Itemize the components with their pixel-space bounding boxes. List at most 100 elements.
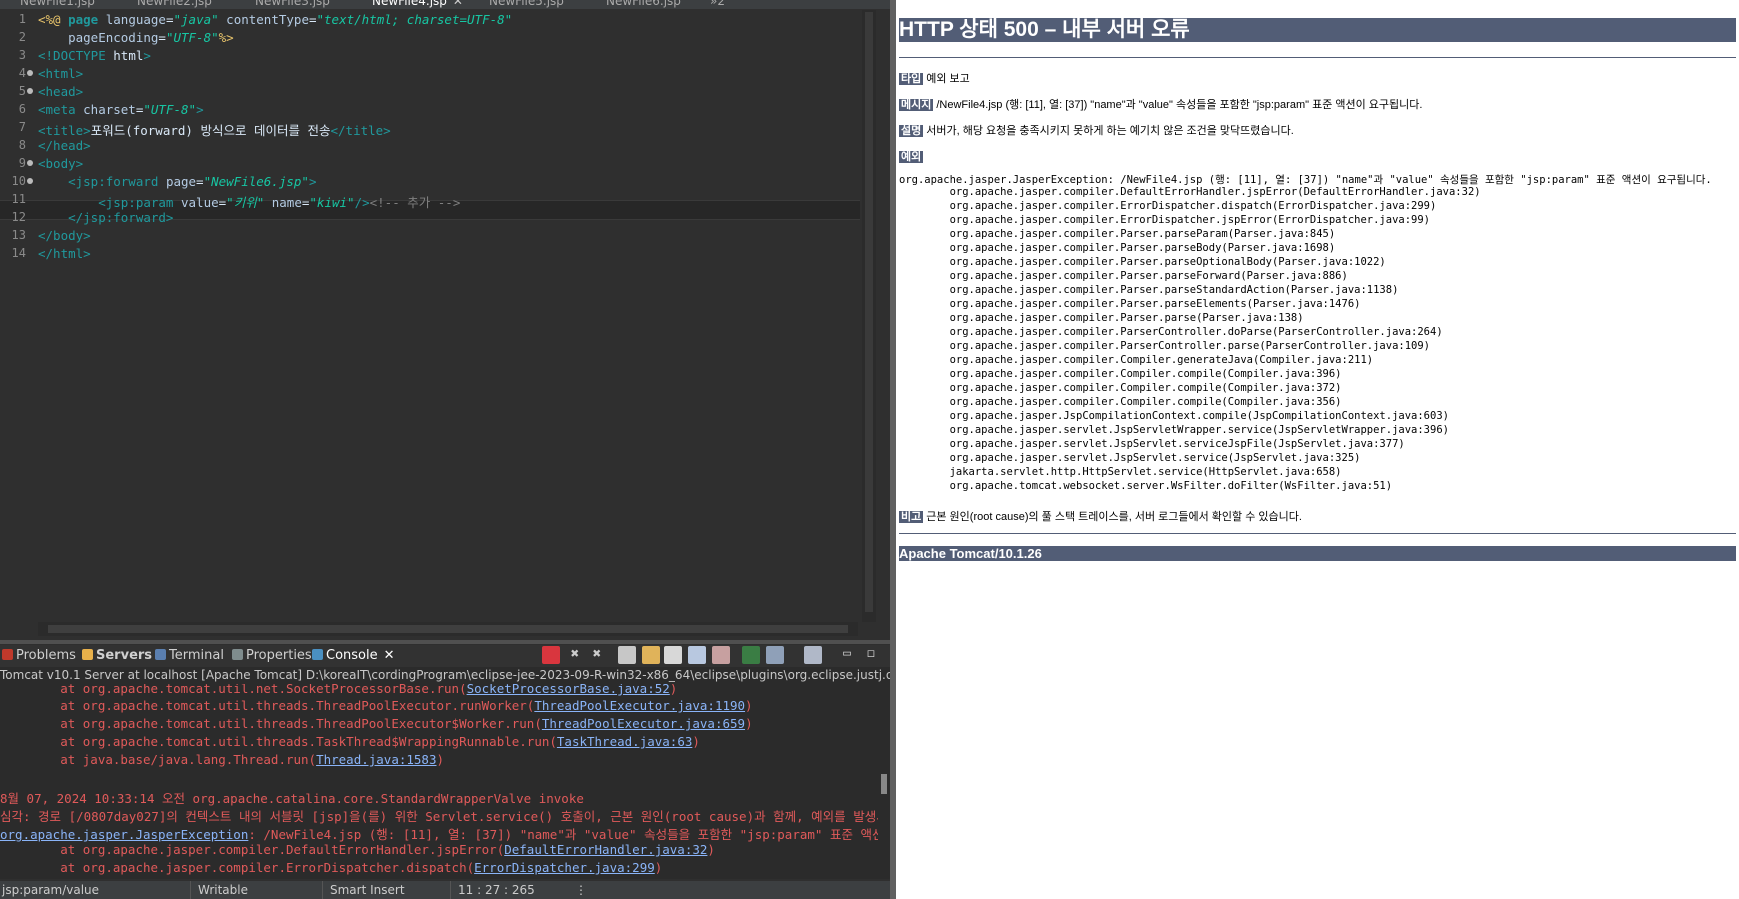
- minimize-icon[interactable]: ▭: [838, 646, 856, 664]
- code-token: <!DOCTYPE: [38, 48, 114, 63]
- editor-tab-bar: NewFile1.jsp NewFile2.jsp NewFile3.jsp N…: [0, 0, 890, 9]
- panel-divider[interactable]: [0, 640, 890, 644]
- note-row: 비고 근본 원인(root cause)의 풀 스택 트레이스를, 서버 로그들에…: [899, 508, 1302, 524]
- tab-servers[interactable]: Servers: [82, 648, 152, 663]
- stack-link[interactable]: TaskThread.java:63: [557, 734, 692, 749]
- status-cursor-position: 11 : 27 : 265: [458, 883, 535, 897]
- code-token: >: [196, 102, 204, 117]
- editor-tab[interactable]: NewFile6.jsp: [606, 0, 681, 8]
- pin-console-icon[interactable]: [742, 646, 760, 664]
- close-icon[interactable]: ✕: [384, 648, 395, 663]
- jsp-directive-open: <%@: [38, 12, 69, 27]
- editor-tab[interactable]: NewFile3.jsp: [255, 0, 330, 8]
- browser-error-page: HTTP 상태 500 – 내부 서버 오류 타입 예외 보고 메시지/NewFi…: [896, 0, 1739, 899]
- more-tabs-button[interactable]: »2: [710, 0, 725, 8]
- word-wrap-icon[interactable]: [664, 646, 682, 664]
- scrollbar-thumb[interactable]: [48, 625, 848, 633]
- line-number: 3: [18, 48, 26, 62]
- fold-icon[interactable]: [27, 160, 33, 166]
- line-number: 14: [11, 246, 26, 260]
- code-token: page: [68, 12, 106, 27]
- close-icon[interactable]: ✕: [453, 0, 463, 8]
- console-text: ): [654, 860, 663, 875]
- line-number: 1: [18, 12, 26, 26]
- open-console-icon[interactable]: [804, 646, 822, 664]
- stack-link[interactable]: DefaultErrorHandler.java:32: [504, 842, 707, 857]
- remove-all-icon[interactable]: ✖: [588, 646, 606, 664]
- editor-horizontal-scrollbar[interactable]: [38, 622, 858, 636]
- stack-trace-line: org.apache.jasper.servlet.JspServlet.ser…: [899, 452, 1361, 464]
- console-output[interactable]: at org.apache.tomcat.util.net.SocketProc…: [0, 684, 878, 879]
- line-number: 4: [18, 66, 26, 80]
- scrollbar-thumb[interactable]: [881, 774, 887, 794]
- console-text: at org.apache.jasper.compiler.ErrorDispa…: [0, 860, 475, 875]
- code-line: <body>: [38, 156, 84, 171]
- console-line: at org.apache.tomcat.util.threads.Thread…: [0, 698, 752, 713]
- editor-tab[interactable]: NewFile5.jsp: [489, 0, 564, 8]
- code-token: >: [308, 174, 317, 189]
- console-line: at org.apache.jasper.compiler.DefaultErr…: [0, 842, 715, 857]
- code-token: <jsp:param: [38, 195, 181, 210]
- fold-icon[interactable]: [27, 178, 33, 184]
- console-text: at org.apache.tomcat.util.threads.Thread…: [0, 716, 542, 731]
- stack-link[interactable]: Thread.java:1583: [316, 752, 436, 767]
- editor-tab[interactable]: NewFile1.jsp: [20, 0, 95, 8]
- stack-trace-line: jakarta.servlet.http.HttpServlet.service…: [899, 466, 1342, 478]
- code-token: </title>: [330, 123, 391, 138]
- code-line: <head>: [38, 84, 84, 99]
- editor-tab-active[interactable]: NewFile4.jsp ✕: [372, 0, 463, 8]
- properties-icon: [232, 649, 243, 660]
- code-token: value: [181, 195, 219, 210]
- code-token: "UTF-8": [143, 102, 197, 117]
- stack-link[interactable]: SocketProcessorBase.java:52: [467, 684, 670, 696]
- stack-trace-line: org.apache.jasper.compiler.Parser.parse(…: [899, 312, 1304, 324]
- code-token: name: [264, 195, 302, 210]
- stack-link[interactable]: ThreadPoolExecutor.java:659: [542, 716, 745, 731]
- code-token: <meta: [38, 102, 84, 117]
- code-line: <!DOCTYPE html>: [38, 48, 151, 63]
- tab-properties[interactable]: Properties: [232, 648, 312, 663]
- page-title: HTTP 상태 500 – 내부 서버 오류: [899, 18, 1736, 42]
- status-menu-icon[interactable]: ⋮: [575, 883, 587, 897]
- code-line: </body>: [38, 228, 91, 243]
- tab-label: Terminal: [169, 648, 224, 663]
- scrollbar-thumb[interactable]: [865, 12, 873, 612]
- status-writable: Writable: [198, 883, 248, 897]
- stack-trace-line: org.apache.jasper.compiler.ParserControl…: [899, 340, 1431, 352]
- stack-trace-line: org.apache.jasper.servlet.JspServlet.ser…: [899, 438, 1405, 450]
- stack-trace-line: org.apache.jasper.compiler.Parser.parseE…: [899, 298, 1361, 310]
- description-row: 설명 서버가, 해당 요청을 충족시키지 못하게 하는 예기치 않은 조건을 맞닥…: [899, 122, 1294, 138]
- code-token: =: [196, 174, 204, 189]
- show-on-stdout-icon[interactable]: [688, 646, 706, 664]
- editor-tab[interactable]: NewFile2.jsp: [137, 0, 212, 8]
- tab-console[interactable]: Console ✕: [312, 648, 395, 663]
- maximize-icon[interactable]: ◻: [862, 646, 880, 664]
- code-editor[interactable]: 1 2 3 4 5 6 7 8 9 10 11 12 13 14 <%@ pag…: [0, 10, 862, 622]
- show-on-stderr-icon[interactable]: [712, 646, 730, 664]
- stack-trace-line: org.apache.jasper.compiler.DefaultErrorH…: [899, 186, 1481, 198]
- message-label: 메시지: [899, 99, 934, 111]
- terminate-button[interactable]: [542, 646, 560, 664]
- code-token: %>: [218, 30, 234, 45]
- code-line: <%@ page language="java" contentType="te…: [38, 12, 512, 27]
- stack-link[interactable]: ErrorDispatcher.java:299: [474, 860, 655, 875]
- exception-link[interactable]: org.apache.jasper.JasperException: [0, 827, 248, 842]
- description-value: 서버가, 해당 요청을 충족시키지 못하게 하는 예기치 않은 조건을 맞닥뜨렸…: [926, 125, 1294, 137]
- stack-link[interactable]: ThreadPoolExecutor.java:1190: [534, 698, 745, 713]
- clear-console-icon[interactable]: [618, 646, 636, 664]
- status-separator: [450, 881, 451, 899]
- display-console-icon[interactable]: [766, 646, 784, 664]
- tab-problems[interactable]: Problems: [2, 648, 76, 663]
- editor-vertical-scrollbar[interactable]: [862, 10, 876, 622]
- status-separator: [322, 881, 323, 899]
- code-token: <title>: [38, 123, 91, 138]
- fold-icon[interactable]: [27, 88, 33, 94]
- scroll-lock-icon[interactable]: [642, 646, 660, 664]
- fold-icon[interactable]: [27, 70, 33, 76]
- code-line: pageEncoding="UTF-8"%>: [38, 30, 234, 45]
- console-scrollbar[interactable]: [878, 684, 890, 879]
- status-bar: jsp:param/value Writable Smart Insert 11…: [0, 881, 890, 899]
- remove-launch-icon[interactable]: ✖: [566, 646, 584, 664]
- stack-trace-line: org.apache.jasper.compiler.Parser.parseS…: [899, 284, 1399, 296]
- tab-terminal[interactable]: Terminal: [155, 648, 224, 663]
